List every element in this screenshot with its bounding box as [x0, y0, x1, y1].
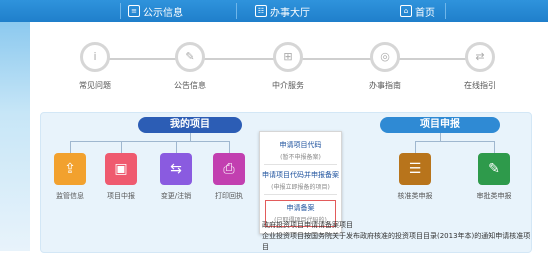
my-projects-title: 我的项目 [138, 117, 242, 133]
application-notes: 政府投资项目申请请备案项目 企业投资项目按国务院关于发布政府核准的投资项目目录(… [262, 220, 532, 253]
nav-public-info[interactable]: ≡ 公示信息 [128, 4, 183, 19]
nav-divider [120, 3, 121, 19]
nav-public-info-label: 公示信息 [143, 7, 183, 19]
step-intermediary[interactable]: ⊞ 中介服务 [258, 42, 318, 91]
tree-connector [121, 141, 122, 153]
left-banner-decoration [0, 22, 30, 251]
tree-connector [415, 141, 495, 142]
dropdown-item-title: 申请项目代码并申报备案 [262, 171, 339, 179]
tree-connector [70, 141, 230, 142]
nav-divider [445, 3, 446, 19]
application-dropdown: 申请项目代码 (暂不申报备案) 申请项目代码并申报备案 (申报立即报备的项目) … [259, 131, 342, 234]
step-label: 在线指引 [464, 81, 496, 90]
step-label: 办事指南 [369, 81, 401, 90]
app-project-report[interactable]: ▣ 项目中报 [99, 153, 143, 201]
step-label: 中介服务 [272, 81, 304, 90]
edit-icon: ✎ [478, 153, 510, 185]
step-online-guide[interactable]: ⇄ 在线指引 [450, 42, 510, 91]
compass-icon: ◎ [370, 42, 400, 72]
app-label: 项目中报 [107, 192, 135, 200]
dropdown-item-subtitle: (暂不申报备案) [280, 154, 321, 161]
upload-icon: ⇪ [54, 153, 86, 185]
edit-icon: ✎ [175, 42, 205, 72]
dropdown-item-apply-code[interactable]: 申请项目代码 (暂不申报备案) [260, 140, 341, 161]
hall-icon: ☷ [255, 5, 267, 17]
project-application-title: 项目申报 [380, 117, 500, 133]
tree-connector [229, 141, 230, 153]
note-line: 企业投资项目按国务院关于发布政府核准的投资项目目录(2013年本)的通知申请核准… [262, 232, 531, 251]
tree-connector [415, 141, 416, 153]
dropdown-divider [264, 164, 337, 165]
home-icon: ⌂ [400, 5, 412, 17]
tree-connector [190, 133, 191, 141]
nav-service-hall[interactable]: ☷ 办事大厅 [255, 4, 310, 19]
app-label: 监管信息 [56, 192, 84, 200]
printer-icon: ⎙ [213, 153, 245, 185]
app-print-receipt[interactable]: ⎙ 打印回执 [207, 153, 251, 201]
list-icon: ☰ [399, 153, 431, 185]
tree-connector [70, 141, 71, 153]
document-icon: ▣ [105, 153, 137, 185]
app-change-cancel[interactable]: ⇆ 变更/注销 [154, 153, 198, 201]
nav-home-label: 首页 [415, 7, 435, 19]
step-faq[interactable]: i 常见问题 [65, 42, 125, 91]
guide-icon: ⇄ [465, 42, 495, 72]
nav-home[interactable]: ⌂ 首页 [400, 4, 435, 19]
step-service-guide[interactable]: ◎ 办事指南 [355, 42, 415, 91]
nav-divider [236, 3, 237, 19]
grid-icon: ⊞ [273, 42, 303, 72]
dropdown-item-title: 申请项目代码 [279, 141, 322, 149]
tree-connector [440, 133, 441, 141]
dropdown-item-subtitle: (申报立即报备的项目) [271, 184, 330, 191]
notice-icon: ≡ [128, 5, 140, 17]
app-label: 核准类申报 [397, 192, 433, 200]
step-announcements[interactable]: ✎ 公告信息 [160, 42, 220, 91]
dropdown-divider [264, 194, 337, 195]
app-approval-apply[interactable]: ☰ 核准类申报 [393, 153, 437, 201]
app-label: 审批类申报 [476, 192, 512, 200]
note-line: 政府投资项目申请请备案项目 [262, 221, 353, 229]
tree-connector [494, 141, 495, 153]
step-label: 常见问题 [79, 81, 111, 90]
top-navigation: ⌂ 首页 ☷ 办事大厅 ≡ 公示信息 [0, 0, 548, 22]
nav-service-hall-label: 办事大厅 [270, 7, 310, 19]
app-label: 打印回执 [215, 192, 243, 200]
info-icon: i [80, 42, 110, 72]
swap-icon: ⇆ [160, 153, 192, 185]
dropdown-item-apply-code-and-record[interactable]: 申请项目代码并申报备案 (申报立即报备的项目) [260, 170, 341, 191]
tree-connector [176, 141, 177, 153]
app-label: 变更/注销 [160, 192, 192, 200]
app-supervision-info[interactable]: ⇪ 监管信息 [48, 153, 92, 201]
app-review-apply[interactable]: ✎ 审批类申报 [472, 153, 516, 201]
step-label: 公告信息 [174, 81, 206, 90]
dropdown-item-title: 申请备案 [286, 204, 315, 212]
